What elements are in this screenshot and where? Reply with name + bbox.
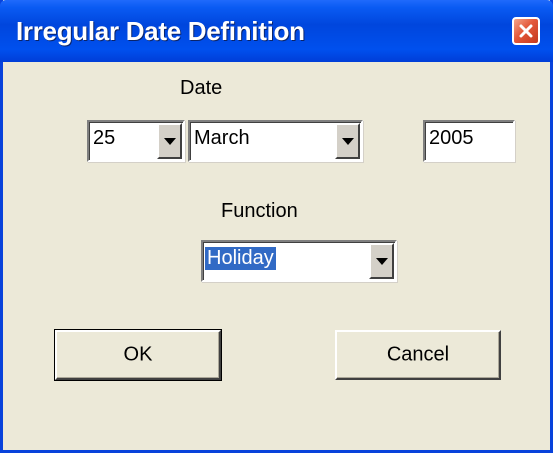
chevron-down-icon [341, 138, 354, 145]
window-title: Irregular Date Definition [16, 16, 305, 46]
title-bar[interactable]: Irregular Date Definition [0, 0, 553, 62]
function-dropdown[interactable]: Holiday [201, 240, 397, 282]
day-dropdown[interactable]: 25 [87, 120, 185, 162]
function-value: Holiday [205, 247, 276, 270]
date-label: Date [180, 77, 223, 99]
close-button[interactable] [512, 17, 540, 45]
year-value: 2005 [429, 127, 474, 149]
month-dropdown-button[interactable] [335, 123, 360, 159]
chevron-down-icon [163, 138, 176, 145]
irregular-date-dialog: Irregular Date Definition Date 25 March … [0, 0, 553, 453]
cancel-button[interactable]: Cancel [335, 330, 501, 380]
day-dropdown-button[interactable] [157, 123, 182, 159]
cancel-button-label: Cancel [386, 343, 450, 366]
close-icon [519, 24, 533, 38]
ok-button[interactable]: OK [54, 329, 222, 381]
month-dropdown[interactable]: March [188, 120, 363, 162]
ok-button-label: OK [123, 343, 153, 366]
function-dropdown-button[interactable] [369, 243, 394, 279]
month-value: March [194, 127, 250, 149]
year-field[interactable]: 2005 [423, 120, 515, 162]
day-value: 25 [93, 127, 116, 149]
function-label: Function [221, 200, 298, 222]
chevron-down-icon [375, 258, 388, 265]
